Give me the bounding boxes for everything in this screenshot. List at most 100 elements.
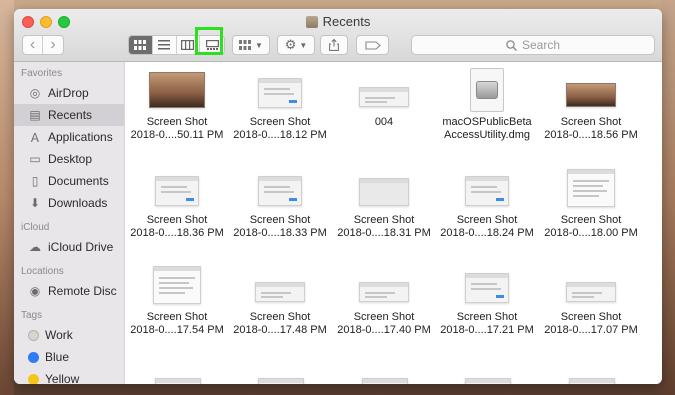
file-item[interactable]: Screen Shot 2018-0....18.12 PM <box>228 70 332 142</box>
file-item[interactable]: Screen Shot 2018-0....18.36 PM <box>125 168 229 240</box>
icon-view-button[interactable] <box>129 36 153 54</box>
file-name: Screen Shot 2018-0....18.33 PM <box>233 214 327 240</box>
file-item[interactable]: Screen Shot 2018-0....17.07 PM <box>539 265 643 337</box>
file-thumbnail <box>249 168 311 208</box>
file-item[interactable]: macOSPublicBeta AccessUtility.dmg <box>435 68 539 142</box>
file-name-line1: Screen Shot <box>146 116 208 128</box>
sidebar-item-applications[interactable]: Ａ Applications <box>14 126 124 148</box>
list-view-button[interactable] <box>153 36 177 54</box>
finder-window: Recents ‹ › ▼ ⚙ ▼ Search Favorites ◎ Air… <box>14 9 662 384</box>
file-name-line1: Screen Shot <box>560 214 622 226</box>
file-name-line2: 2018-0....18.56 PM <box>544 129 638 141</box>
file-thumbnail <box>249 265 311 305</box>
search-icon <box>506 39 517 51</box>
file-name-line2: 2018-0....17.40 PM <box>337 324 431 336</box>
titlebar: Recents ‹ › ▼ ⚙ ▼ Search <box>14 9 662 62</box>
share-button[interactable] <box>320 35 348 55</box>
file-name-line1: Screen Shot <box>146 311 208 323</box>
file-thumbnail <box>456 68 518 112</box>
file-name-line2: 2018-0....17.21 PM <box>440 324 534 336</box>
file-name: Screen Shot 2018-0....17.40 PM <box>337 311 431 337</box>
file-item[interactable]: Screen Shot 2018-0....18.31 PM <box>332 168 436 240</box>
sidebar-item-label: Desktop <box>48 152 93 166</box>
tag-yellow-icon <box>28 373 39 384</box>
sidebar-item-label: Documents <box>48 174 109 188</box>
sidebar-item-label: Recents <box>48 108 93 122</box>
file-item[interactable]: Screen Shot 2018-0....17.21 PM <box>435 265 539 337</box>
file-name-line1: Screen Shot <box>456 214 518 226</box>
downloads-icon: ⬇ <box>29 196 41 210</box>
file-item[interactable]: Screen Shot 2018-0....18.00 PM <box>539 168 643 240</box>
file-name-line2: 2018-0....18.33 PM <box>233 227 327 239</box>
cloud-icon: ☁ <box>29 240 41 254</box>
file-name-line2: 2018-0....17.48 PM <box>233 324 327 336</box>
sidebar-item-work[interactable]: Work <box>14 324 124 346</box>
sidebar-item-label: Blue <box>45 350 70 364</box>
disc-icon: ◉ <box>29 284 41 298</box>
file-item[interactable]: Screen Shot 2018-0....17.54 PM <box>125 265 229 337</box>
desktop-background-left <box>0 0 14 395</box>
action-button[interactable]: ⚙ ▼ <box>277 35 315 55</box>
sidebar-item-yellow[interactable]: Yellow <box>14 368 124 384</box>
sidebar: Favorites ◎ AirDrop ▤ Recents Ａ Applications ▭ D… <box>14 62 125 384</box>
forward-icon: › <box>50 36 56 53</box>
file-thumbnail-partial <box>354 378 414 384</box>
file-name-line2: 2018-0....18.24 PM <box>440 227 534 239</box>
sidebar-section-title: Tags <box>21 310 43 321</box>
sidebar-item-downloads[interactable]: ⬇ Downloads <box>14 192 124 214</box>
file-thumbnail <box>353 70 415 110</box>
file-item[interactable]: Screen Shot 2018-0....17.40 PM <box>332 265 436 337</box>
file-thumbnail <box>146 70 208 110</box>
file-item[interactable]: Screen Shot 2018-0....18.56 PM <box>539 70 643 142</box>
file-name-line1: Screen Shot <box>560 116 622 128</box>
tag-work-icon <box>28 329 39 341</box>
file-name: Screen Shot 2018-0....17.21 PM <box>440 311 534 337</box>
file-name-line1: Screen Shot <box>146 214 208 226</box>
file-name: 004 <box>375 116 393 129</box>
sidebar-item-icloud-drive[interactable]: ☁ iCloud Drive <box>14 236 124 258</box>
file-name: Screen Shot 2018-0....17.54 PM <box>130 311 224 337</box>
sidebar-item-desktop[interactable]: ▭ Desktop <box>14 148 124 170</box>
applications-icon: Ａ <box>28 130 41 145</box>
file-name: Screen Shot 2018-0....18.56 PM <box>544 116 638 142</box>
file-name: Screen Shot 2018-0....18.36 PM <box>130 214 224 240</box>
file-name: Screen Shot 2018-0....50.11 PM <box>131 116 224 142</box>
file-thumbnail-partial <box>147 378 207 384</box>
file-item[interactable]: Screen Shot 2018-0....50.11 PM <box>125 70 229 142</box>
search-field[interactable]: Search <box>411 35 655 55</box>
sidebar-item-documents[interactable]: ▯ Documents <box>14 170 124 192</box>
chevron-down-icon: ▼ <box>255 40 263 50</box>
sidebar-item-label: iCloud Drive <box>48 240 114 254</box>
sidebar-item-airdrop[interactable]: ◎ AirDrop <box>14 82 124 104</box>
sidebar-item-blue[interactable]: Blue <box>14 346 124 368</box>
back-icon: ‹ <box>29 36 36 53</box>
tag-blue-icon <box>28 351 39 363</box>
file-item[interactable]: Screen Shot 2018-0....17.48 PM <box>228 265 332 337</box>
file-name: Screen Shot 2018-0....17.48 PM <box>233 311 327 337</box>
file-item[interactable]: 004 <box>332 70 436 129</box>
file-name: Screen Shot 2018-0....17.07 PM <box>544 311 638 337</box>
forward-button[interactable]: › <box>43 36 63 54</box>
sidebar-section-title: Locations <box>21 266 64 277</box>
file-thumbnail <box>146 265 208 305</box>
file-name-line1: Screen Shot <box>249 116 311 128</box>
group-by-button[interactable]: ▼ <box>232 35 270 55</box>
file-item[interactable]: Screen Shot 2018-0....18.33 PM <box>228 168 332 240</box>
sidebar-item-label: Remote Disc <box>48 284 117 298</box>
desktop-background-right <box>661 0 675 395</box>
sidebar-item-remote-disc[interactable]: ◉ Remote Disc <box>14 280 124 302</box>
window-title: Recents <box>14 14 662 29</box>
recents-icon: ▤ <box>29 108 41 122</box>
back-button[interactable]: ‹ <box>23 36 43 54</box>
file-thumbnail <box>146 168 208 208</box>
file-item[interactable]: Screen Shot 2018-0....18.24 PM <box>435 168 539 240</box>
edit-tags-button[interactable] <box>356 35 389 55</box>
file-name: Screen Shot 2018-0....18.12 PM <box>233 116 327 142</box>
chevron-down-icon: ▼ <box>299 40 308 50</box>
sidebar-section-title: iCloud <box>21 222 50 233</box>
gear-icon: ⚙ <box>284 37 297 52</box>
sidebar-item-recents[interactable]: ▤ Recents <box>14 104 124 126</box>
file-thumbnail <box>456 265 518 305</box>
file-thumbnail-partial <box>457 378 517 384</box>
recents-folder-icon <box>305 15 318 28</box>
